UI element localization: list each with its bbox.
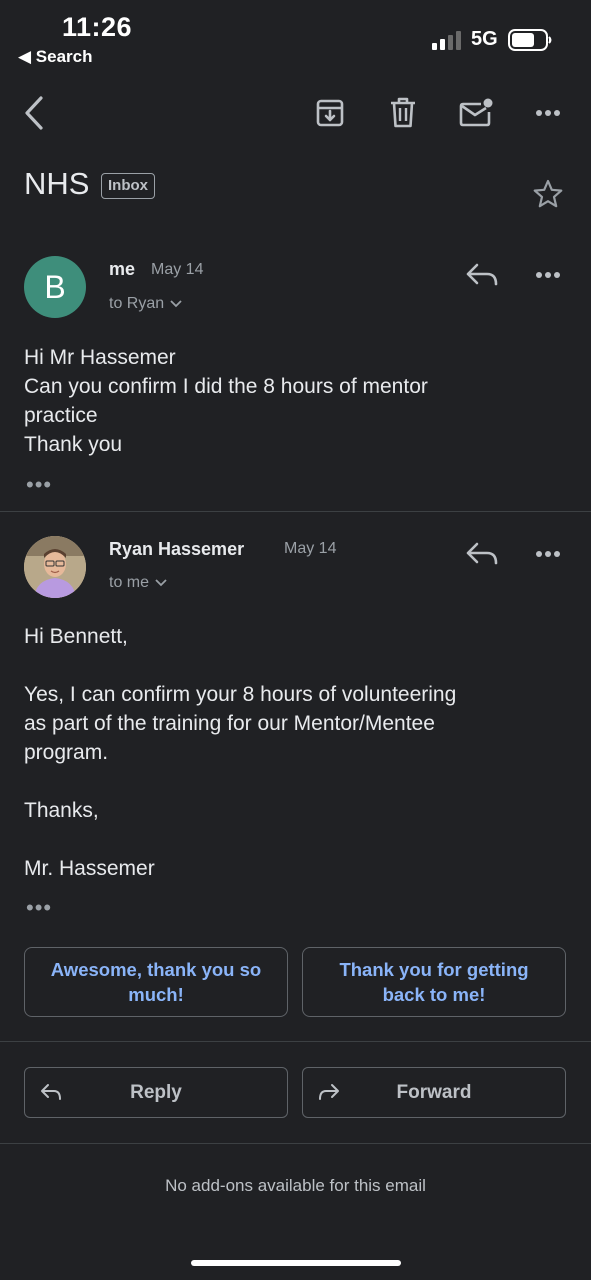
smart-reply-button[interactable]: Thank you for getting back to me! [302,947,566,1017]
trash-icon[interactable] [383,93,423,133]
sender-name: Ryan Hassemer [109,539,245,559]
sender-name: me [109,259,136,279]
forward-button[interactable]: Forward [302,1067,566,1118]
star-icon[interactable] [532,178,564,210]
addons-message: No add-ons available for this email [165,1176,426,1195]
message-divider [0,511,591,512]
reply-icon[interactable] [465,262,499,288]
more-options-icon[interactable] [528,93,568,133]
recipient-label: to me [109,574,150,591]
forward-label: Forward [396,1081,472,1103]
recipient-toggle[interactable]: to me [109,574,167,592]
battery-icon [508,29,554,51]
network-type: 5G [471,28,498,50]
sender-avatar[interactable]: B [24,256,86,318]
sender-avatar-photo[interactable] [24,536,86,598]
message-more-icon[interactable] [535,271,561,279]
chevron-down-icon [155,579,167,587]
section-divider [0,1041,591,1042]
message-body: Hi Mr Hassemer Can you confirm I did the… [24,346,428,456]
reply-icon [41,1084,61,1100]
recipient-label: to Ryan [109,295,165,312]
show-trimmed-content[interactable]: ••• [26,474,52,496]
reply-button[interactable]: Reply [24,1067,288,1118]
thread-subject: NHS [24,166,90,201]
back-to-search-link[interactable]: ◀ Search [18,47,93,67]
status-time: 11:26 [62,12,133,42]
message-date: May 14 [284,540,337,557]
message-body: Hi Bennett, Yes, I can confirm your 8 ho… [24,625,457,880]
reply-icon[interactable] [465,541,499,567]
home-indicator[interactable] [191,1260,401,1266]
smart-reply-button[interactable]: Awesome, thank you so much! [24,947,288,1017]
back-arrow-icon[interactable] [14,93,54,133]
signal-icon [432,30,462,50]
inbox-label[interactable]: Inbox [101,173,155,199]
message-more-icon[interactable] [535,550,561,558]
reply-label: Reply [130,1081,182,1103]
show-trimmed-content[interactable]: ••• [26,897,52,919]
section-divider [0,1143,591,1144]
archive-icon[interactable] [310,93,350,133]
recipient-toggle[interactable]: to Ryan [109,295,182,313]
message-date: May 14 [151,261,204,278]
chevron-down-icon [170,300,182,308]
forward-icon [319,1084,339,1100]
mark-unread-icon[interactable] [456,93,496,133]
